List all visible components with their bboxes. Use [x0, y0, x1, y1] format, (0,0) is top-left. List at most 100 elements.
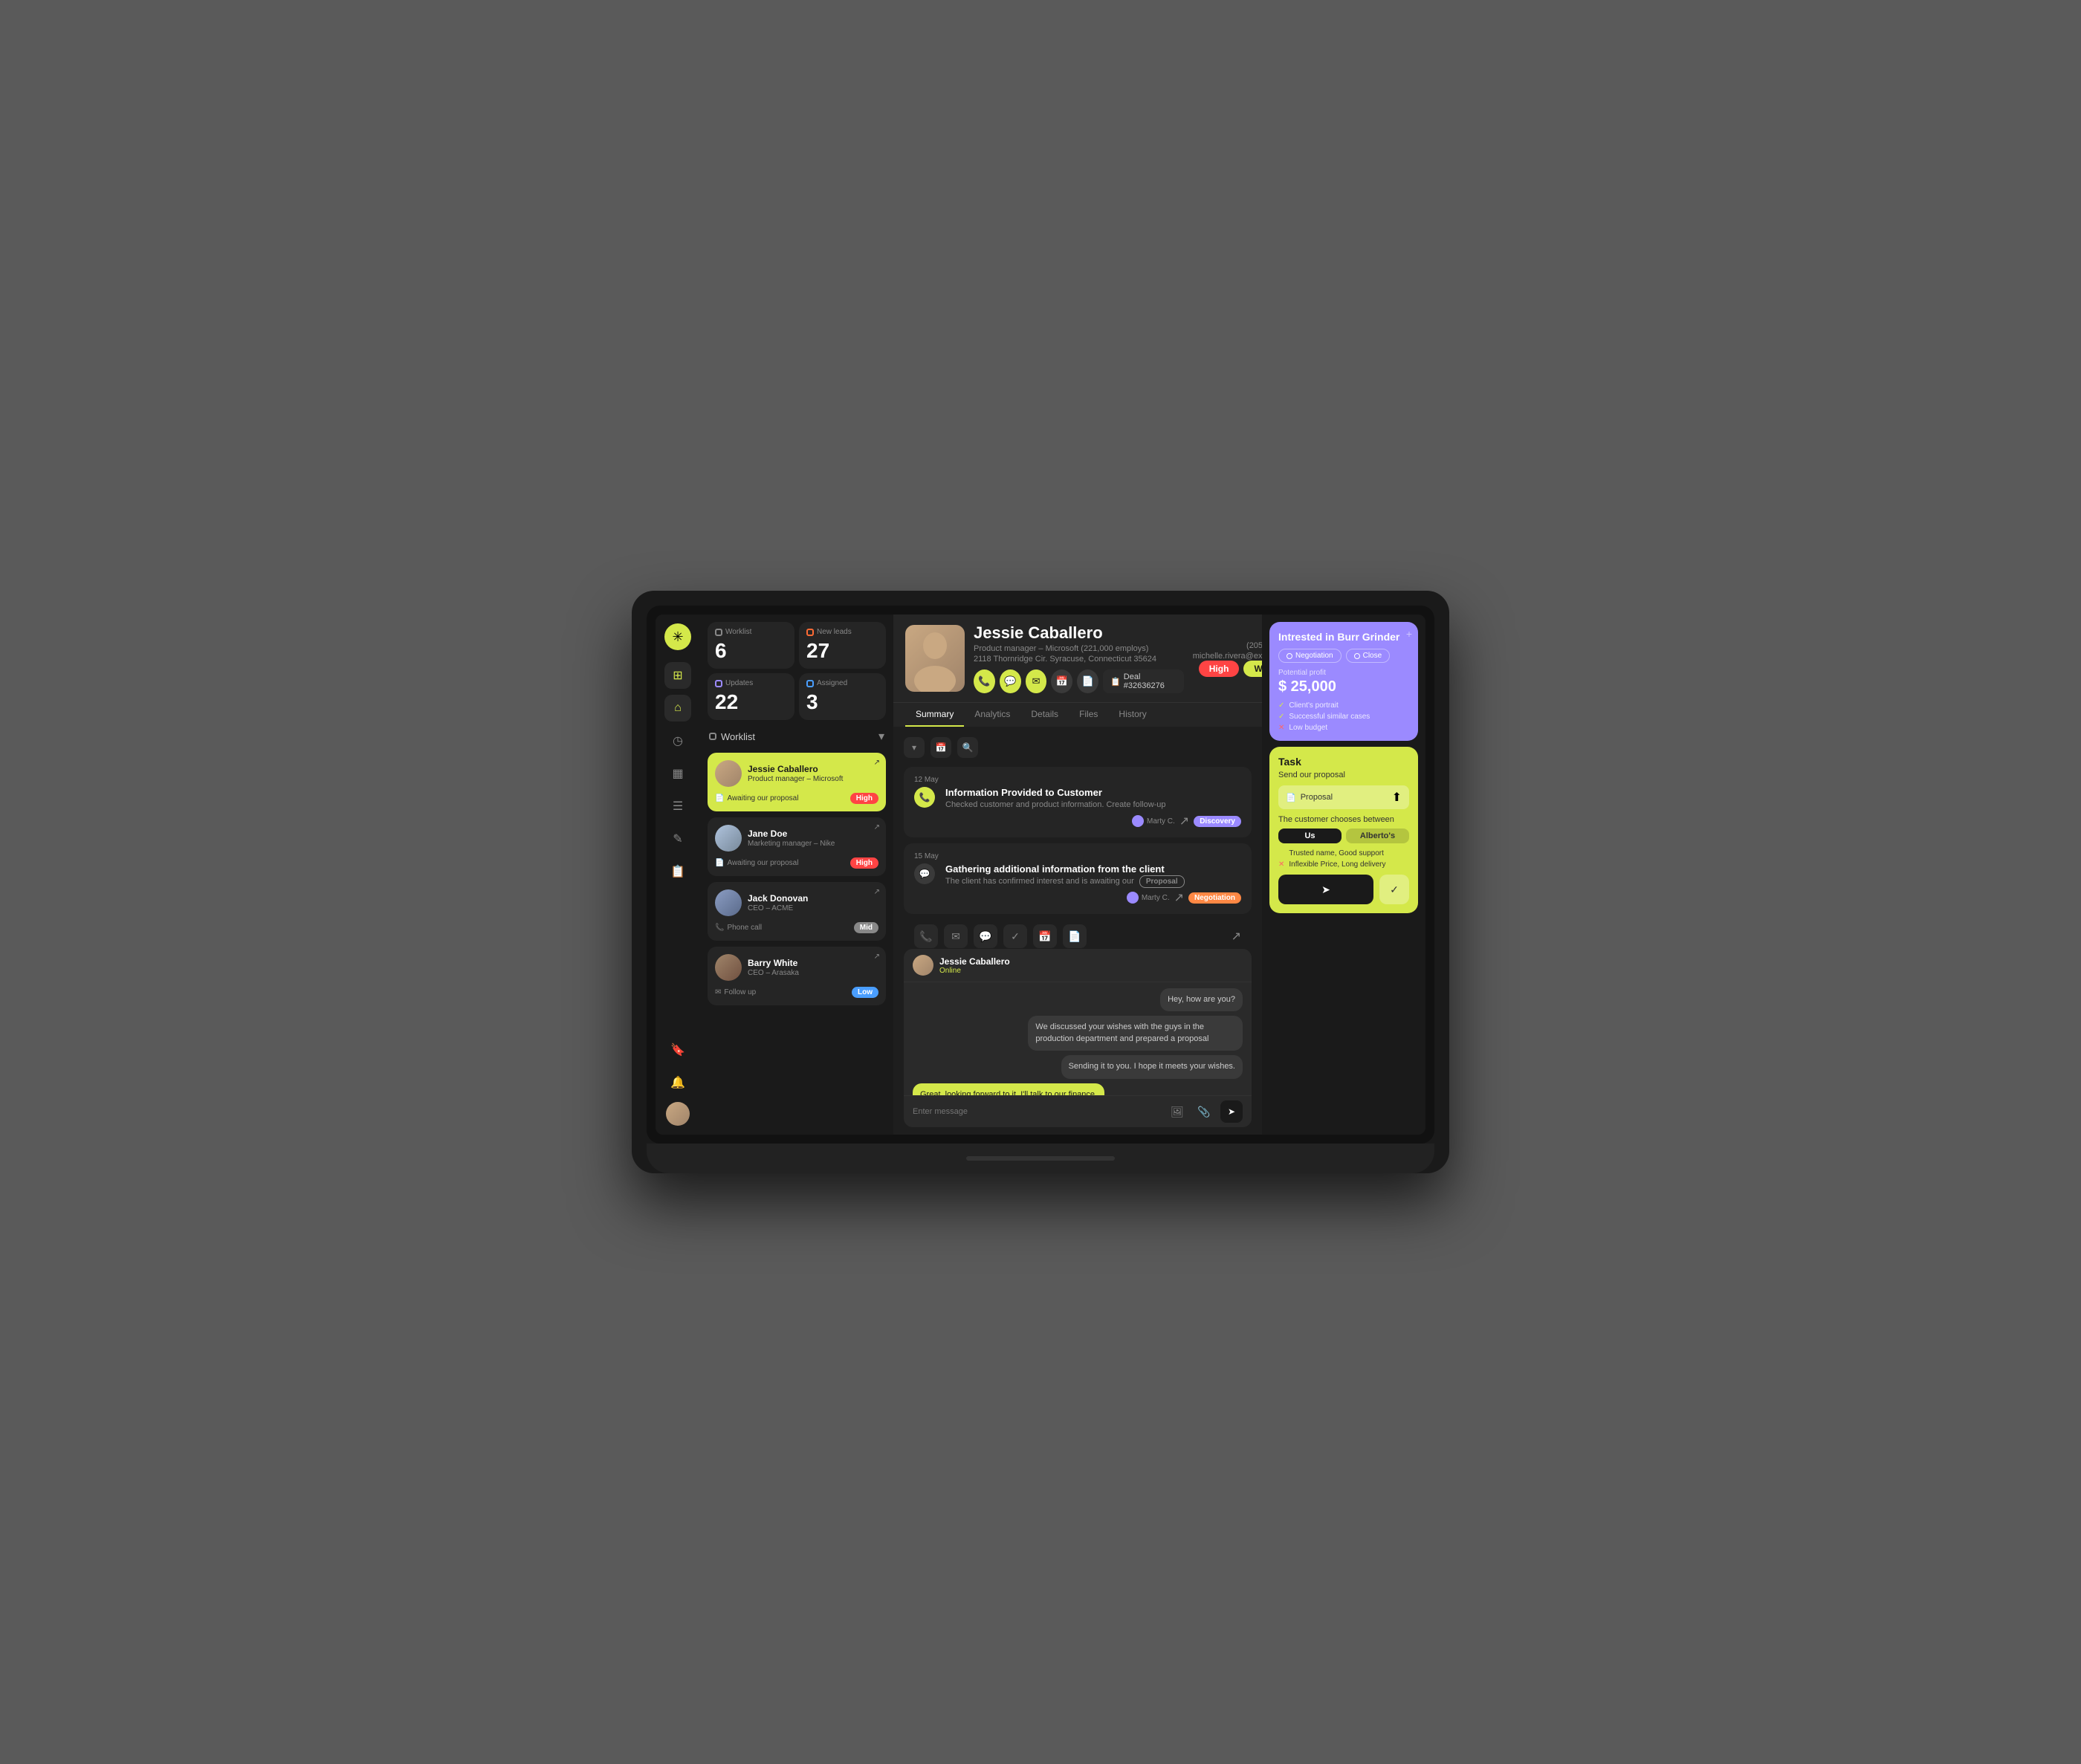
- tabs-bar: Summary Analytics Details Files History: [893, 702, 1262, 727]
- contact-email: michelle.rivera@example.com: [1193, 652, 1262, 661]
- tab-history[interactable]: History: [1108, 703, 1156, 727]
- tab-files[interactable]: Files: [1069, 703, 1108, 727]
- worklist-count: 6: [715, 639, 787, 663]
- deal-stage-negotiation-btn[interactable]: Negotiation: [1278, 649, 1342, 663]
- contact-card-jessie[interactable]: ↗ Jessie Caballero Product manager – Mic…: [708, 753, 886, 811]
- sidebar-icon-bookmark[interactable]: 🔖: [664, 1037, 691, 1063]
- stat-assigned[interactable]: Assigned 3: [799, 673, 886, 720]
- expand-chat-icon[interactable]: ↗: [1232, 929, 1241, 944]
- filter-calendar-btn[interactable]: 📅: [931, 737, 951, 758]
- deal-stage-close-btn[interactable]: Close: [1346, 649, 1391, 663]
- new-leads-count: 27: [806, 639, 878, 663]
- expand-icon: ↗: [874, 759, 880, 767]
- timeline-item-2[interactable]: 15 May 💬 Gathering additional informatio…: [904, 843, 1252, 914]
- status-pills: High Warm: [1199, 661, 1262, 677]
- timeline-user-avatar-2: [1127, 892, 1139, 904]
- jack-badge: Mid: [854, 922, 878, 933]
- compare-us-btn[interactable]: Us: [1278, 829, 1342, 843]
- sidebar-icon-bell[interactable]: 🔔: [664, 1069, 691, 1096]
- doc-action-btn[interactable]: 📄: [1077, 669, 1098, 693]
- sidebar-icon-clock[interactable]: ◷: [664, 727, 691, 754]
- contact-phone-email: (205) 555-0100 michelle.rivera@example.c…: [1193, 640, 1262, 677]
- contact-title: Product manager – Microsoft (221,000 emp…: [974, 644, 1184, 653]
- proposal-upload-icon[interactable]: ⬆: [1392, 790, 1402, 805]
- worklist-expand-icon[interactable]: ▾: [878, 729, 884, 744]
- new-leads-dot-icon: [806, 629, 814, 636]
- expand-timeline-1[interactable]: ↗: [1179, 814, 1189, 829]
- image-attach-btn[interactable]: 🖼: [1167, 1101, 1188, 1122]
- assigned-count: 3: [806, 690, 878, 714]
- chat-msg-1: Hey, how are you?: [1160, 988, 1243, 1011]
- tab-summary[interactable]: Summary: [905, 703, 964, 727]
- chat-send-btn[interactable]: ➤: [1220, 1100, 1243, 1123]
- timeline-user-1: Marty C.: [1132, 815, 1175, 827]
- filter-search-btn[interactable]: 🔍: [957, 737, 978, 758]
- sidebar-icon-grid[interactable]: ⊞: [664, 662, 691, 689]
- sidebar-icon-calendar[interactable]: ☰: [664, 793, 691, 820]
- activity-toolbar: 📞 ✉ 💬 ✓ 📅 📄 ↗: [904, 920, 1252, 949]
- act-doc-btn[interactable]: 📄: [1063, 924, 1087, 948]
- task-actions: ➤ ✓: [1278, 875, 1409, 904]
- jane-badge: High: [850, 857, 878, 869]
- act-chat-btn[interactable]: 💬: [974, 924, 997, 948]
- calendar-action-btn[interactable]: 📅: [1051, 669, 1072, 693]
- sidebar-icon-chart[interactable]: ▦: [664, 760, 691, 787]
- deal-card: + Intrested in Burr Grinder Negotiation …: [1269, 622, 1418, 741]
- tab-details[interactable]: Details: [1020, 703, 1069, 727]
- status-high-pill: High: [1199, 661, 1240, 677]
- deal-card-close-btn[interactable]: +: [1406, 628, 1412, 640]
- barry-name: Barry White: [748, 958, 799, 968]
- expand-icon-jane: ↗: [874, 823, 880, 831]
- timeline-date-1: 12 May: [914, 776, 1241, 784]
- jessie-avatar: [715, 760, 742, 787]
- jack-name: Jack Donovan: [748, 893, 808, 904]
- timeline-item-1[interactable]: 12 May 📞 Information Provided to Custome…: [904, 767, 1252, 837]
- left-panel: Worklist 6 New leads 27: [700, 615, 893, 1135]
- contact-card-jane[interactable]: ↗ Jane Doe Marketing manager – Nike 📄 Aw…: [708, 817, 886, 876]
- jessie-badge: High: [850, 793, 878, 804]
- file-attach-btn[interactable]: 📎: [1194, 1101, 1214, 1122]
- chat-action-btn[interactable]: 💬: [1000, 669, 1021, 693]
- email-action-btn[interactable]: ✉: [1026, 669, 1047, 693]
- sidebar: ✳ ⊞ ⌂ ◷ ▦ ☰ ✎ 📋 🔖 🔔: [656, 615, 700, 1135]
- jane-name: Jane Doe: [748, 829, 835, 839]
- stat-updates[interactable]: Updates 22: [708, 673, 794, 720]
- deal-stage-pills: Negotiation Close: [1278, 649, 1409, 663]
- chat-user-avatar: [913, 955, 933, 976]
- timeline-area: ▾ 📅 🔍 12 May 📞 Information Provided to C…: [893, 727, 1262, 949]
- timeline-user-2: Marty C.: [1127, 892, 1170, 904]
- sidebar-icon-home[interactable]: ⌂: [664, 695, 691, 722]
- proposal-icon: 📄: [715, 794, 724, 802]
- expand-icon-jack: ↗: [874, 888, 880, 896]
- task-send-btn[interactable]: ➤: [1278, 875, 1373, 904]
- stat-worklist[interactable]: Worklist 6: [708, 622, 794, 669]
- expand-timeline-2[interactable]: ↗: [1174, 890, 1184, 905]
- sidebar-icon-edit[interactable]: ✎: [664, 826, 691, 852]
- chat-input[interactable]: [913, 1107, 1161, 1116]
- contact-card-jack[interactable]: ↗ Jack Donovan CEO – ACME 📞 Phone call: [708, 882, 886, 941]
- phone-action-btn[interactable]: 📞: [974, 669, 995, 693]
- barry-avatar: [715, 954, 742, 981]
- task-compare-label: The customer chooses between: [1278, 815, 1409, 824]
- act-calendar-btn[interactable]: 📅: [1033, 924, 1057, 948]
- contact-card-barry[interactable]: ↗ Barry White CEO – Arasaka ✉ Follow up: [708, 947, 886, 1005]
- contact-actions: 📞 💬 ✉ 📅 📄 📋 Deal #32636276: [974, 669, 1184, 693]
- task-card-subtitle: Send our proposal: [1278, 771, 1409, 779]
- tab-analytics[interactable]: Analytics: [964, 703, 1020, 727]
- deal-profit-value: $ 25,000: [1278, 678, 1409, 695]
- expand-icon-barry: ↗: [874, 953, 880, 961]
- user-avatar[interactable]: [666, 1102, 690, 1126]
- task-card: Task Send our proposal 📄 Proposal ⬆ The …: [1269, 747, 1418, 913]
- timeline-icon-1: 📞: [914, 787, 935, 808]
- stat-new-leads[interactable]: New leads 27: [799, 622, 886, 669]
- compare-alt-btn[interactable]: Alberto's: [1346, 829, 1409, 843]
- filter-funnel-btn[interactable]: ▾: [904, 737, 925, 758]
- act-email-btn[interactable]: ✉: [944, 924, 968, 948]
- act-phone-btn[interactable]: 📞: [914, 924, 938, 948]
- task-complete-btn[interactable]: ✓: [1379, 875, 1409, 904]
- worklist-dot-icon: [715, 629, 722, 636]
- sidebar-icon-doc[interactable]: 📋: [664, 858, 691, 885]
- chat-messages: Hey, how are you? We discussed your wish…: [904, 982, 1252, 1095]
- chat-user-status: Online: [939, 967, 1010, 975]
- act-check-btn[interactable]: ✓: [1003, 924, 1027, 948]
